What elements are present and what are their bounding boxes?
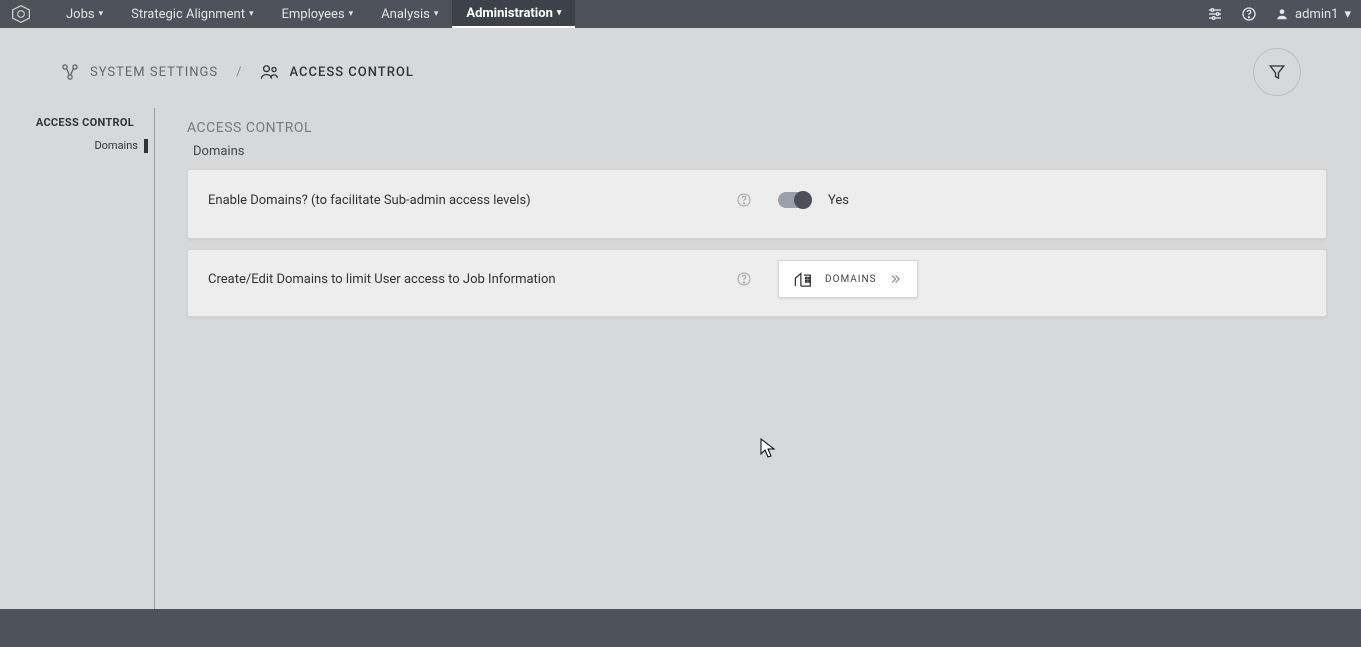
nav-item-jobs[interactable]: Jobs▾ — [52, 0, 117, 28]
card-enable-domains: Enable Domains? (to facilitate Sub-admin… — [187, 169, 1327, 239]
help-icon[interactable] — [736, 192, 754, 208]
breadcrumb-current: ACCESS CONTROL — [259, 62, 413, 82]
breadcrumb-row: SYSTEM SETTINGS / ACCESS CONTROL — [0, 28, 1361, 108]
bottom-bar — [0, 609, 1361, 647]
help-icon[interactable] — [736, 271, 754, 287]
content: ACCESS CONTROL Domains Enable Domains? (… — [155, 108, 1345, 609]
nav-right: admin1 ▾ — [1207, 6, 1351, 22]
user-menu[interactable]: admin1 ▾ — [1275, 7, 1351, 22]
card-create-domains: Create/Edit Domains to limit User access… — [187, 249, 1327, 317]
help-icon[interactable] — [1241, 6, 1257, 22]
breadcrumb-sep: / — [236, 65, 241, 80]
nav-items: Jobs▾ Strategic Alignment▾ Employees▾ An… — [52, 0, 575, 28]
user-name: admin1 — [1295, 7, 1338, 22]
domains-button[interactable]: DOMAINS — [778, 260, 918, 298]
enable-domains-toggle[interactable] — [778, 192, 810, 208]
breadcrumb-root[interactable]: SYSTEM SETTINGS — [60, 62, 218, 82]
sidebar-head: ACCESS CONTROL — [0, 116, 136, 129]
settings-tree-icon — [60, 62, 80, 82]
top-nav: Jobs▾ Strategic Alignment▾ Employees▾ An… — [0, 0, 1361, 28]
access-control-icon — [259, 62, 279, 82]
subsection-title: Domains — [193, 144, 1327, 159]
settings-sliders-icon[interactable] — [1207, 6, 1223, 22]
card-control-enable: Yes — [778, 192, 849, 208]
building-icon — [793, 269, 815, 289]
filter-button[interactable] — [1253, 48, 1301, 96]
main: ACCESS CONTROL Domains ACCESS CONTROL Do… — [0, 108, 1361, 609]
nav-item-employees[interactable]: Employees▾ — [268, 0, 368, 28]
nav-item-strategic-alignment[interactable]: Strategic Alignment▾ — [117, 0, 267, 28]
sidebar: ACCESS CONTROL Domains — [0, 108, 155, 609]
card-label-enable: Enable Domains? (to facilitate Sub-admin… — [208, 193, 728, 208]
nav-item-administration[interactable]: Administration▾ — [452, 0, 575, 28]
domains-button-label: DOMAINS — [825, 274, 877, 285]
chevron-double-right-icon — [887, 272, 903, 286]
nav-item-analysis[interactable]: Analysis▾ — [367, 0, 452, 28]
section-title: ACCESS CONTROL — [187, 120, 1327, 136]
card-label-create: Create/Edit Domains to limit User access… — [208, 272, 728, 287]
filter-icon — [1268, 63, 1286, 81]
toggle-state-label: Yes — [828, 193, 849, 208]
app-logo[interactable] — [10, 3, 32, 25]
sidebar-item-domains[interactable]: Domains — [0, 139, 148, 153]
